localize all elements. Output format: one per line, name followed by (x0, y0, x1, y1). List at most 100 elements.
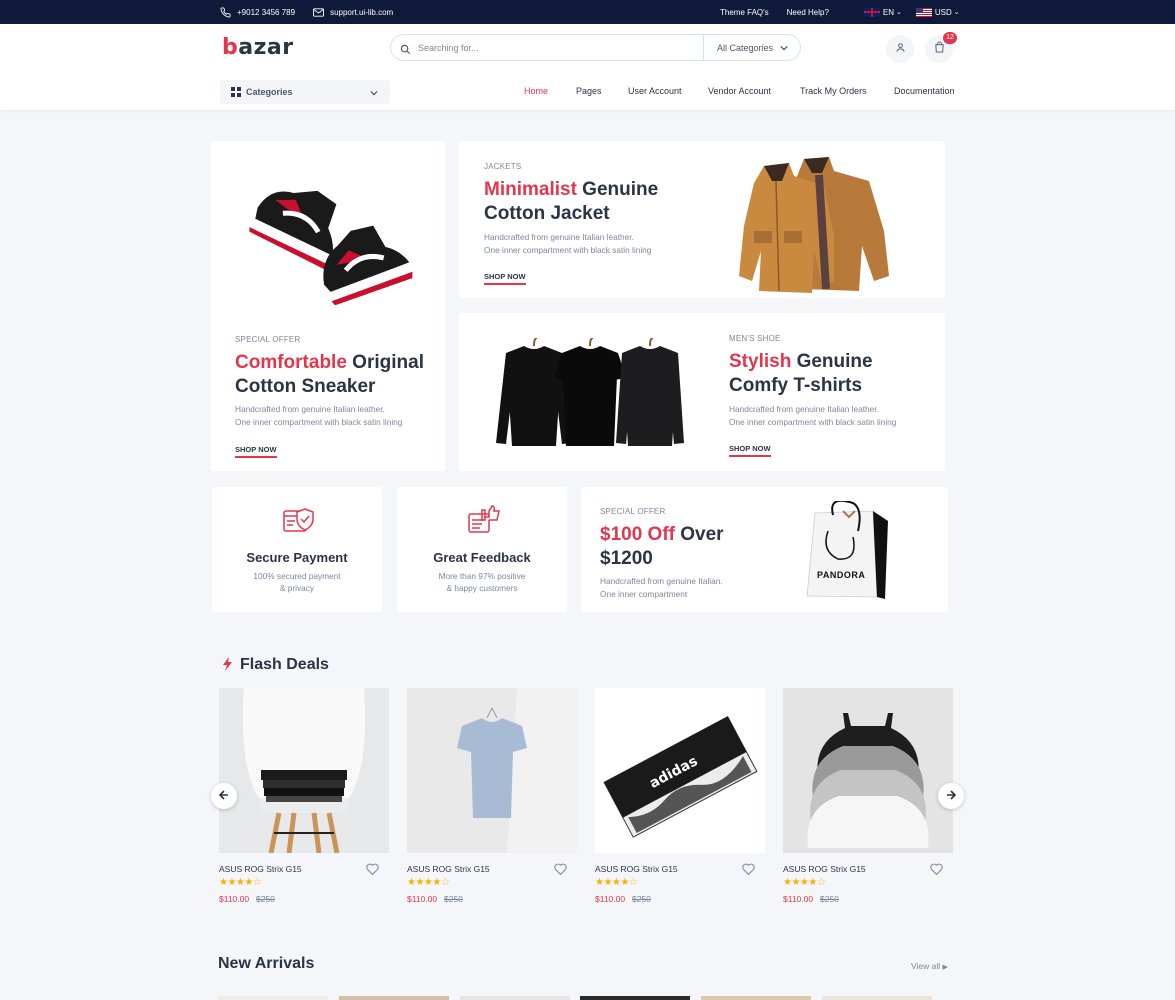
sneaker-image (249, 190, 413, 305)
search-bar[interactable]: Searching for... All Categories (390, 34, 801, 61)
nav-documentation[interactable]: Documentation (894, 86, 955, 96)
jacket-description: Handcrafted from genuine Italian leather… (484, 232, 652, 255)
chevron-down-icon (370, 88, 378, 98)
categories-label: Categories (246, 87, 293, 97)
support-email[interactable]: support.ui-lib.com (330, 8, 393, 17)
tshirt-tag: MEN'S SHOE (729, 334, 781, 343)
logo[interactable]: bazar (222, 35, 294, 60)
theme-faq-link[interactable]: Theme FAQ's (720, 8, 769, 17)
categories-dropdown[interactable]: Categories (220, 80, 390, 104)
star-rating: ★★★★☆ (783, 877, 826, 888)
phone-icon (220, 6, 231, 18)
cart-count-badge: 12 (943, 32, 957, 44)
new-arrival-thumb[interactable] (460, 996, 570, 1000)
shopping-bag-icon (934, 40, 945, 58)
product-image[interactable] (407, 688, 577, 853)
secure-payment-icon (283, 508, 314, 532)
product-image[interactable]: adidas (595, 688, 765, 853)
product-old-price: $250 (632, 894, 651, 904)
nav-home[interactable]: Home (524, 86, 548, 96)
language-select[interactable]: EN ⌄ (863, 7, 902, 17)
new-arrival-thumb[interactable] (701, 996, 811, 1000)
product-old-price: $250 (820, 894, 839, 904)
tshirt-banner[interactable]: MEN'S SHOE Stylish Genuine Comfy T-shirts… (459, 313, 945, 471)
nav-pages[interactable]: Pages (576, 86, 602, 96)
product-image[interactable] (783, 688, 953, 853)
offer-description: Handcrafted from genuine Italian. One inn… (600, 576, 723, 599)
tshirt-description: Handcrafted from genuine Italian leather… (729, 404, 897, 427)
sneaker-description: Handcrafted from genuine Italian leather… (235, 404, 403, 427)
flash-deals-title: Flash Deals (240, 656, 329, 673)
currency-select[interactable]: USD ⌄ (915, 7, 960, 17)
new-arrival-thumb[interactable] (580, 996, 690, 1000)
chevron-down-icon (779, 43, 788, 53)
lightning-icon (222, 657, 233, 676)
nav-track-orders[interactable]: Track My Orders (800, 86, 867, 96)
jacket-shop-now-link[interactable]: SHOP NOW (484, 272, 526, 285)
user-account-button[interactable] (886, 35, 914, 63)
offer-tag: SPECIAL OFFER (600, 507, 666, 516)
jacket-banner[interactable]: JACKETS Minimalist Genuine Cotton Jacket … (459, 141, 945, 298)
nav-user-account[interactable]: User Account (628, 86, 682, 96)
search-input[interactable]: Searching for... (418, 43, 479, 53)
secure-payment-title: Secure Payment (246, 550, 348, 565)
new-arrivals-title: New Arrivals (218, 955, 315, 972)
grid-icon (231, 87, 241, 99)
great-feedback-desc: More than 97% positive & happy customers (438, 571, 526, 593)
uk-flag-icon (863, 7, 880, 17)
great-feedback-title: Great Feedback (433, 550, 531, 565)
tshirt-shop-now-link[interactable]: SHOP NOW (729, 444, 771, 457)
tshirts-image (496, 338, 684, 446)
carousel-prev-button[interactable] (211, 783, 237, 809)
phone-number[interactable]: +9012 3456 789 (237, 8, 295, 17)
jacket-image (739, 157, 889, 293)
feedback-icon (468, 505, 500, 533)
star-rating: ★★★★☆ (407, 877, 450, 888)
new-arrival-thumb[interactable] (339, 996, 449, 1000)
view-all-link[interactable]: View all ▶ (911, 961, 948, 971)
product-name[interactable]: ASUS ROG Strix G15 (407, 864, 490, 874)
heart-icon[interactable] (366, 862, 379, 880)
user-icon (895, 40, 906, 58)
arrow-right-icon (946, 787, 957, 805)
sneaker-banner[interactable]: SPECIAL OFFER Comfortable Original Cotton… (211, 141, 445, 471)
star-rating: ★★★★☆ (219, 877, 262, 888)
sneaker-title: Comfortable Original Cotton Sneaker (235, 352, 424, 397)
tshirt-title: Stylish Genuine Comfy T-shirts (729, 351, 873, 396)
new-arrival-thumb[interactable] (218, 996, 328, 1000)
offer-title: $100 Off Over $1200 (600, 524, 724, 569)
heart-icon[interactable] (930, 862, 943, 880)
sneaker-tag: SPECIAL OFFER (235, 335, 301, 344)
search-icon (400, 42, 411, 60)
jacket-title: Minimalist Genuine Cotton Jacket (484, 179, 659, 224)
product-old-price: $250 (444, 894, 463, 904)
caret-right-icon: ▶ (942, 964, 948, 971)
product-old-price: $250 (256, 894, 275, 904)
product-price: $110.00 (219, 894, 250, 904)
secure-payment-card: Secure Payment 100% secured payment & pri… (212, 487, 382, 612)
product-price: $110.00 (595, 894, 626, 904)
star-rating: ★★★★☆ (595, 877, 638, 888)
topbar: +9012 3456 789 support.ui-lib.com Theme … (0, 0, 1175, 24)
product-price: $110.00 (407, 894, 438, 904)
great-feedback-card: Great Feedback More than 97% positive & h… (397, 487, 567, 612)
us-flag-icon (915, 7, 932, 17)
sneaker-shop-now-link[interactable]: SHOP NOW (235, 445, 277, 458)
search-category-select[interactable]: All Categories (717, 43, 788, 53)
heart-icon[interactable] (742, 862, 755, 880)
need-help-link[interactable]: Need Help? (787, 8, 829, 17)
new-arrival-thumb[interactable] (822, 996, 932, 1000)
arrow-left-icon (218, 787, 229, 805)
secure-payment-desc: 100% secured payment & privacy (253, 571, 341, 593)
nav-vendor-account[interactable]: Vendor Account (708, 86, 771, 96)
carousel-next-button[interactable] (938, 783, 964, 809)
bag-brand-text: PANDORA (817, 570, 866, 580)
product-name[interactable]: ASUS ROG Strix G15 (595, 864, 678, 874)
special-offer-banner[interactable]: SPECIAL OFFER $100 Off Over $1200 Handcra… (581, 487, 948, 612)
heart-icon[interactable] (554, 862, 567, 880)
product-image[interactable] (219, 688, 389, 853)
jacket-tag: JACKETS (484, 162, 522, 171)
product-name[interactable]: ASUS ROG Strix G15 (783, 864, 866, 874)
product-name[interactable]: ASUS ROG Strix G15 (219, 864, 302, 874)
mail-icon (313, 7, 325, 17)
